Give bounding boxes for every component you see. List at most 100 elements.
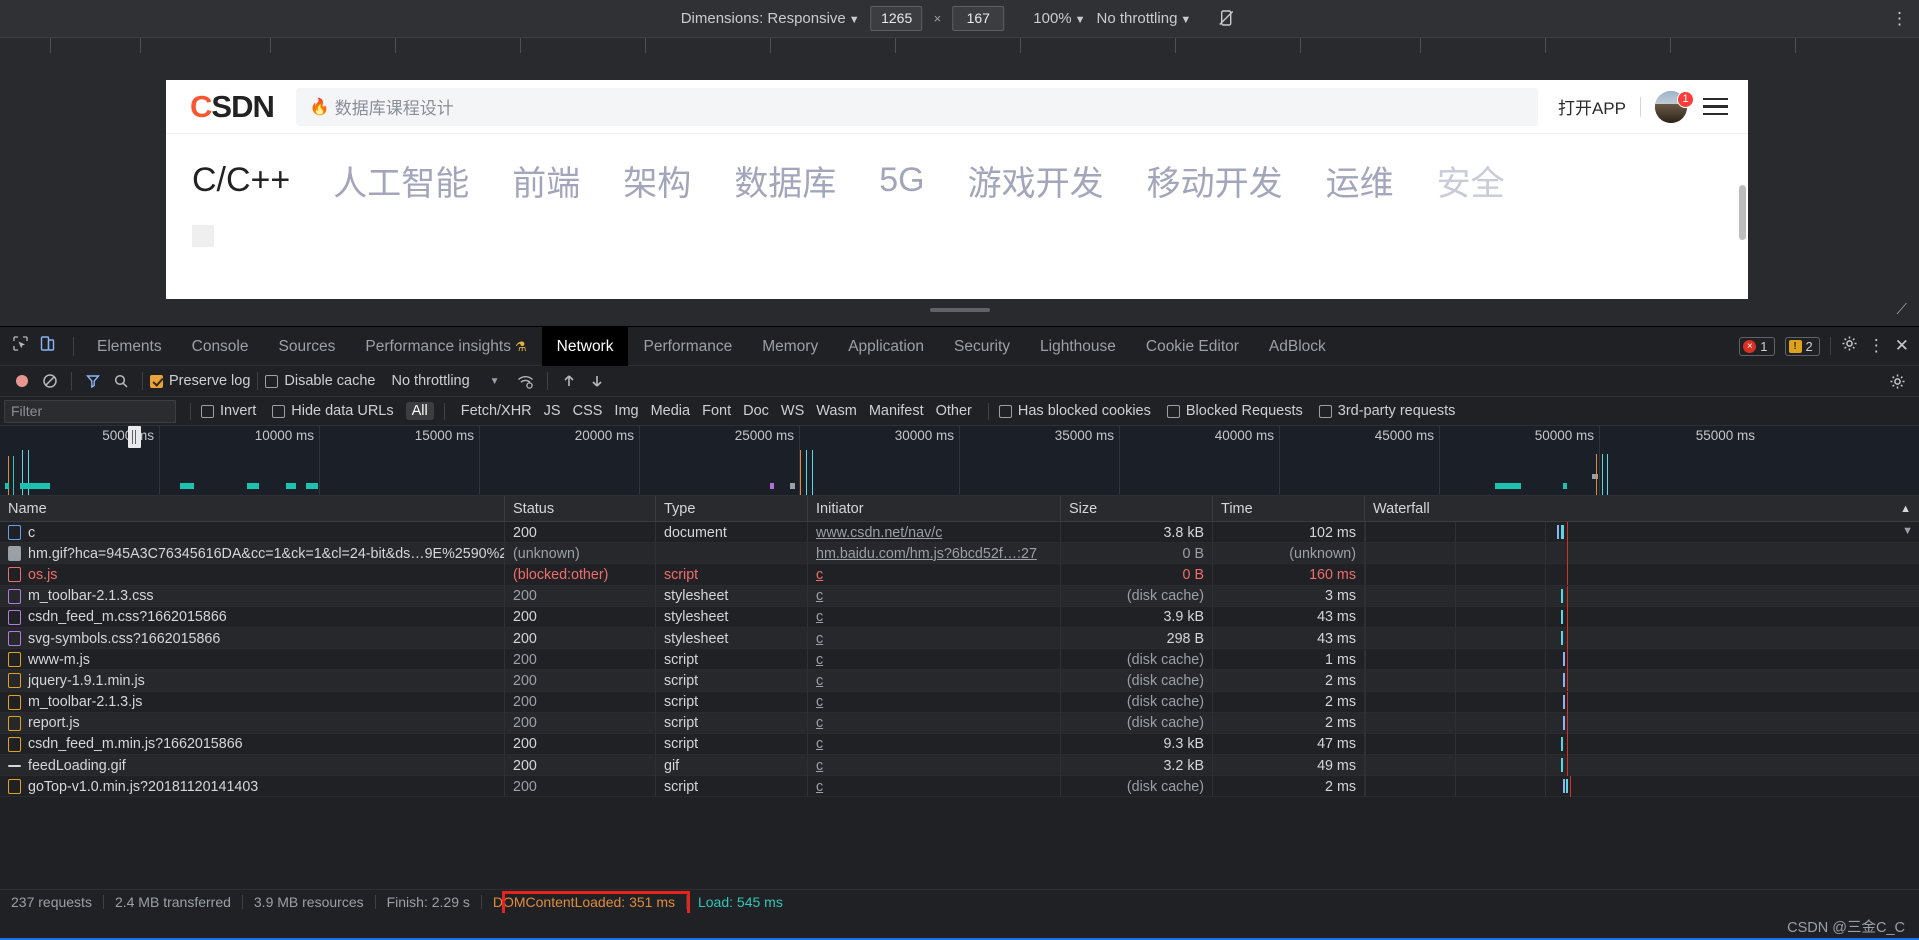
tab-cookie-editor[interactable]: Cookie Editor: [1131, 327, 1254, 366]
request-initiator[interactable]: c: [816, 588, 823, 604]
search-icon[interactable]: [107, 367, 135, 395]
rotate-icon[interactable]: [1216, 8, 1238, 30]
hide-data-urls-checkbox[interactable]: Hide data URLs: [272, 403, 394, 419]
request-initiator[interactable]: c: [816, 631, 823, 647]
request-initiator[interactable]: c: [816, 567, 823, 583]
network-request-list[interactable]: c 200 document www.csdn.net/nav/c 3.8 kB…: [0, 522, 1919, 800]
viewport-resize-handle[interactable]: [929, 308, 990, 312]
filter-icon[interactable]: [79, 367, 107, 395]
overview-selection-handle[interactable]: [128, 426, 141, 448]
table-row[interactable]: report.js 200 script c (disk cache) 2 ms: [0, 712, 1919, 734]
clear-network-log-icon[interactable]: [36, 367, 64, 395]
invert-checkbox[interactable]: Invert: [201, 403, 256, 419]
table-row[interactable]: m_toolbar-2.1.3.js 200 script c (disk ca…: [0, 691, 1919, 713]
nav-item-mobile-dev[interactable]: 移动开发: [1147, 156, 1283, 205]
import-har-icon[interactable]: [555, 367, 583, 395]
tab-application[interactable]: Application: [833, 327, 939, 366]
nav-item-ops[interactable]: 运维: [1326, 156, 1394, 205]
tab-performance-insights[interactable]: Performance insights ⚗: [350, 327, 541, 366]
filter-type-media[interactable]: Media: [645, 402, 697, 420]
table-row[interactable]: jquery-1.9.1.min.js 200 script c (disk c…: [0, 670, 1919, 692]
tab-performance[interactable]: Performance: [628, 327, 747, 366]
network-overview-timeline[interactable]: 5000 ms 10000 ms 15000 ms 20000 ms 25000…: [0, 426, 1919, 496]
device-toolbar-more-icon[interactable]: ⋮: [1891, 10, 1908, 27]
csdn-logo[interactable]: CSDN: [190, 89, 275, 125]
chevron-down-icon[interactable]: ▼: [490, 376, 500, 387]
disable-cache-checkbox[interactable]: Disable cache: [265, 373, 375, 389]
preserve-log-checkbox[interactable]: Preserve log: [150, 373, 250, 389]
third-party-requests-checkbox[interactable]: 3rd-party requests: [1318, 403, 1455, 419]
table-row[interactable]: csdn_feed_m.min.js?1662015866 200 script…: [0, 733, 1919, 756]
throttling-select[interactable]: No throttling: [391, 373, 469, 389]
request-initiator[interactable]: c: [816, 779, 823, 795]
request-initiator[interactable]: c: [816, 736, 823, 752]
blocked-requests-checkbox[interactable]: Blocked Requests: [1166, 403, 1303, 419]
export-har-icon[interactable]: [583, 367, 611, 395]
page-scrollbar[interactable]: [1739, 185, 1746, 240]
request-initiator[interactable]: c: [816, 694, 823, 710]
table-row[interactable]: os.js (blocked:other) script c 0 B 160 m…: [0, 564, 1919, 586]
tab-console[interactable]: Console: [177, 327, 264, 366]
request-initiator[interactable]: hm.baidu.com/hm.js?6bcd52f…:27: [816, 546, 1037, 562]
throttling-dropdown[interactable]: No throttling ▼: [1097, 10, 1192, 27]
sort-ascending-icon[interactable]: ▲: [1900, 503, 1919, 515]
column-header-type[interactable]: Type: [656, 496, 808, 522]
close-icon[interactable]: ✕: [1895, 336, 1909, 356]
scroll-down-icon[interactable]: ▼: [1902, 525, 1913, 537]
gear-icon[interactable]: [1841, 335, 1858, 357]
column-header-name[interactable]: Name: [0, 496, 505, 522]
tab-elements[interactable]: Elements: [82, 327, 177, 366]
request-initiator[interactable]: c: [816, 758, 823, 774]
column-header-waterfall[interactable]: Waterfall ▲: [1365, 496, 1919, 522]
tab-network[interactable]: Network: [541, 326, 629, 366]
error-count-badge[interactable]: × 1: [1739, 336, 1775, 356]
nav-item-5g[interactable]: 5G: [879, 161, 924, 200]
nav-item-frontend[interactable]: 前端: [512, 156, 580, 205]
nav-item-c-cpp[interactable]: C/C++: [192, 161, 290, 200]
table-row[interactable]: hm.gif?hca=945A3C76345616DA&cc=1&ck=1&cl…: [0, 543, 1919, 565]
table-row[interactable]: feedLoading.gif 200 gif c 3.2 kB 49 ms: [0, 755, 1919, 777]
viewport-corner-resize-icon[interactable]: ⟋: [1896, 301, 1907, 318]
table-row[interactable]: c 200 document www.csdn.net/nav/c 3.8 kB…: [0, 522, 1919, 544]
nav-item-ai[interactable]: 人工智能: [333, 156, 469, 205]
filter-type-fetch-xhr[interactable]: Fetch/XHR: [455, 402, 538, 420]
column-header-initiator[interactable]: Initiator: [808, 496, 1061, 522]
tab-lighthouse[interactable]: Lighthouse: [1025, 327, 1131, 366]
record-button-icon[interactable]: [8, 367, 36, 395]
network-settings-gear-icon[interactable]: [1883, 367, 1911, 395]
notification-badge[interactable]: 1: [1677, 90, 1694, 108]
tab-adblock[interactable]: AdBlock: [1254, 327, 1341, 366]
nav-item-architecture[interactable]: 架构: [623, 156, 691, 205]
request-initiator[interactable]: c: [816, 609, 823, 625]
column-header-time[interactable]: Time: [1213, 496, 1365, 522]
column-header-status[interactable]: Status: [505, 496, 656, 522]
tab-memory[interactable]: Memory: [747, 327, 833, 366]
zoom-dropdown[interactable]: 100% ▼: [1033, 10, 1085, 27]
network-conditions-icon[interactable]: [512, 367, 540, 395]
kebab-menu-icon[interactable]: ⋮: [1868, 336, 1885, 356]
filter-type-font[interactable]: Font: [696, 402, 737, 420]
filter-type-js[interactable]: JS: [538, 402, 567, 420]
filter-type-all[interactable]: All: [405, 402, 434, 420]
inspect-element-icon[interactable]: [12, 335, 29, 357]
nav-item-game-dev[interactable]: 游戏开发: [968, 156, 1104, 205]
filter-type-img[interactable]: Img: [608, 402, 644, 420]
request-initiator[interactable]: www.csdn.net/nav/c: [816, 525, 942, 541]
filter-type-manifest[interactable]: Manifest: [863, 402, 930, 420]
filter-type-other[interactable]: Other: [930, 402, 978, 420]
table-row[interactable]: goTop-v1.0.min.js?20181120141403 200 scr…: [0, 525, 1919, 798]
column-header-size[interactable]: Size: [1061, 496, 1213, 522]
request-initiator[interactable]: c: [816, 652, 823, 668]
table-row[interactable]: csdn_feed_m.css?1662015866 200 styleshee…: [0, 606, 1919, 628]
open-app-button[interactable]: 打开APP: [1558, 94, 1626, 119]
table-row[interactable]: www-m.js 200 script c (disk cache) 1 ms: [0, 649, 1919, 671]
nav-item-database[interactable]: 数据库: [734, 156, 836, 205]
device-toolbar-icon[interactable]: [39, 335, 56, 357]
filter-input[interactable]: Filter: [4, 399, 176, 423]
filter-type-doc[interactable]: Doc: [737, 402, 775, 420]
tab-sources[interactable]: Sources: [264, 327, 351, 366]
filter-type-css[interactable]: CSS: [567, 402, 609, 420]
request-initiator[interactable]: c: [816, 673, 823, 689]
hamburger-menu-icon[interactable]: [1703, 97, 1728, 116]
filter-type-ws[interactable]: WS: [775, 402, 810, 420]
